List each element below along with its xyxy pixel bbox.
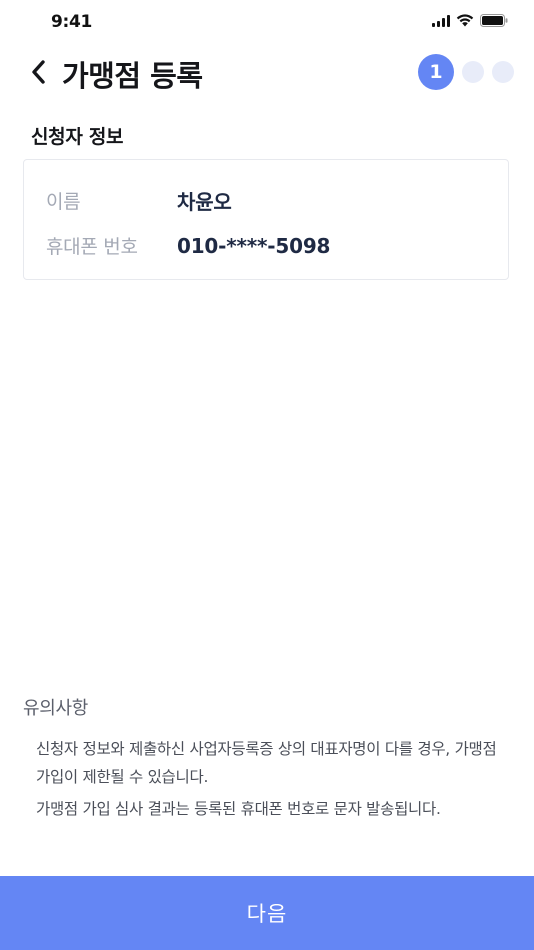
back-button[interactable] bbox=[22, 56, 54, 88]
chevron-left-icon bbox=[32, 60, 45, 84]
phone-value: 010-****-5098 bbox=[177, 233, 331, 258]
step-current: 1 bbox=[418, 54, 454, 90]
info-row-phone: 휴대폰 번호 010-****-5098 bbox=[46, 232, 330, 259]
notice-title: 유의사항 bbox=[23, 698, 89, 719]
notice-item: 가맹점 가입 심사 결과는 등록된 휴대폰 번호로 문자 발송됩니다. bbox=[36, 800, 441, 818]
info-row-name: 이름 차윤오 bbox=[46, 186, 232, 215]
status-time: 9:41 bbox=[51, 12, 93, 32]
status-bar: 9:41 bbox=[0, 0, 534, 44]
step-dot bbox=[462, 61, 484, 83]
status-icons bbox=[432, 14, 508, 27]
page-title: 가맹점 등록 bbox=[62, 59, 203, 93]
next-button[interactable]: 다음 bbox=[0, 876, 534, 950]
wifi-icon bbox=[456, 14, 474, 27]
name-label: 이름 bbox=[46, 191, 81, 213]
step-indicator: 1 bbox=[418, 54, 514, 90]
phone-label: 휴대폰 번호 bbox=[46, 236, 138, 258]
applicant-info-card: 이름 차윤오 휴대폰 번호 010-****-5098 bbox=[23, 159, 509, 280]
header: 가맹점 등록 1 bbox=[0, 44, 534, 100]
notice-item: 신청자 정보와 제출하신 사업자등록증 상의 대표자명이 다를 경우, 가맹점 … bbox=[36, 740, 497, 786]
battery-icon bbox=[480, 14, 508, 27]
signal-icon bbox=[432, 14, 450, 27]
notice: 유의사항 신청자 정보와 제출하신 사업자등록증 상의 대표자명이 다를 경우,… bbox=[23, 694, 513, 827]
step-dot bbox=[492, 61, 514, 83]
section-title: 신청자 정보 bbox=[31, 126, 124, 148]
name-value: 차윤오 bbox=[177, 190, 232, 214]
